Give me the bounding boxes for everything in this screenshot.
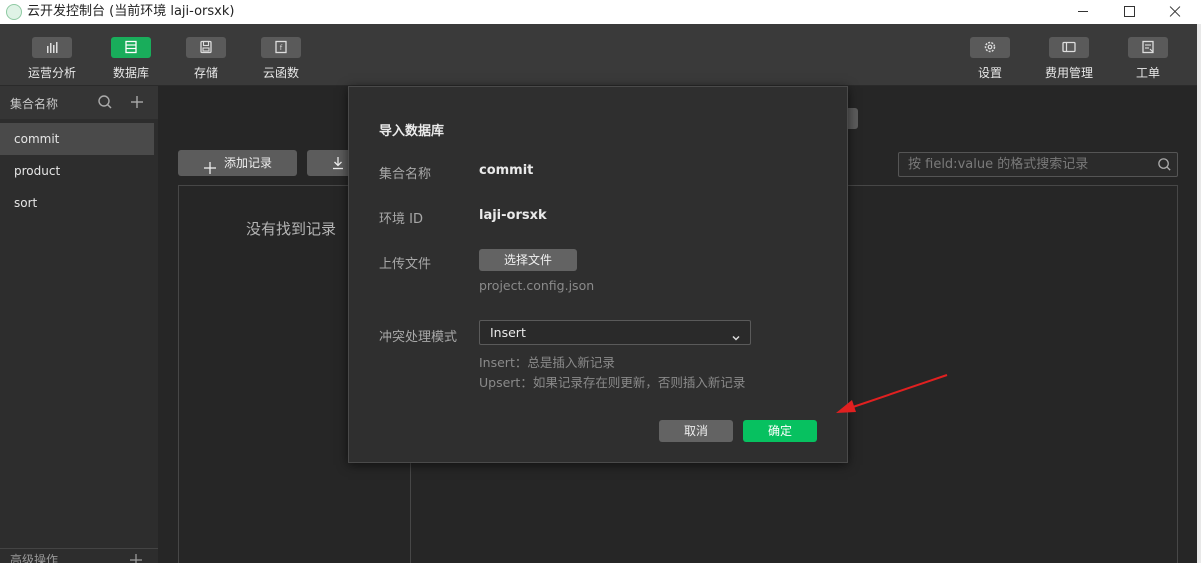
cloud-function-icon: f <box>261 37 301 58</box>
toolbar-database-label: 数据库 <box>112 66 149 80</box>
search-icon[interactable] <box>1157 157 1172 172</box>
conflict-mode-value: Insert <box>490 325 526 340</box>
import-database-dialog: 导入数据库 集合名称 commit 环境 ID laji-orsxk 上传文件 … <box>348 86 848 463</box>
toolbar-settings-label: 设置 <box>977 66 1002 80</box>
empty-records-text: 没有找到记录 <box>246 220 337 238</box>
bar-chart-icon <box>32 37 72 58</box>
main-toolbar: 运营分析 数据库 存储 f 云函数 设置 费用管理 工单 <box>0 24 1197 86</box>
toolbar-billing-label: 费用管理 <box>1044 66 1093 80</box>
conflict-mode-label: 冲突处理模式 <box>379 330 458 345</box>
add-collection-icon[interactable] <box>129 94 145 110</box>
toolbar-analytics[interactable]: 运营分析 <box>17 24 87 86</box>
advanced-ops-label: 高级操作 <box>10 553 59 563</box>
window-title: 云开发控制台 (当前环境 laji-orsxk) <box>27 4 235 19</box>
sidebar-header-label: 集合名称 <box>10 97 59 111</box>
collection-sidebar: 集合名称 commit product sort 高级操作 <box>0 86 158 563</box>
toolbar-database[interactable]: 数据库 <box>96 24 166 86</box>
upsert-hint: Upsert：如果记录存在则更新，否则插入新记录 <box>479 375 746 390</box>
cancel-button[interactable]: 取消 <box>659 420 733 442</box>
env-id-value: laji-orsxk <box>479 208 547 223</box>
search-icon[interactable] <box>97 94 113 110</box>
gear-icon <box>970 37 1010 58</box>
toolbar-cloud-functions[interactable]: f 云函数 <box>246 24 316 86</box>
billing-icon <box>1049 37 1089 58</box>
toolbar-cloud-functions-label: 云函数 <box>262 66 299 80</box>
dialog-title: 导入数据库 <box>379 124 445 139</box>
sidebar-item-sort[interactable]: sort <box>0 187 154 219</box>
close-window-button[interactable] <box>1152 0 1198 24</box>
annotation-arrow-icon <box>836 374 948 413</box>
confirm-button[interactable]: 确定 <box>743 420 817 442</box>
app-logo-icon <box>6 4 22 20</box>
storage-icon <box>186 37 226 58</box>
conflict-mode-select[interactable]: Insert <box>479 320 751 345</box>
insert-hint: Insert：总是插入新记录 <box>479 355 615 370</box>
toolbar-analytics-label: 运营分析 <box>27 66 76 80</box>
record-search-input[interactable] <box>899 153 1151 176</box>
toolbar-settings[interactable]: 设置 <box>955 24 1025 86</box>
add-record-button[interactable]: 添加记录 <box>178 150 297 176</box>
ticket-icon <box>1128 37 1168 58</box>
collection-name-label: 集合名称 <box>379 167 432 182</box>
sidebar-item-product[interactable]: product <box>0 155 154 187</box>
toolbar-ticket-label: 工单 <box>1135 66 1160 80</box>
chevron-down-icon <box>731 328 741 341</box>
toolbar-storage-label: 存储 <box>193 66 218 80</box>
choose-file-button[interactable]: 选择文件 <box>479 249 577 271</box>
toolbar-billing[interactable]: 费用管理 <box>1034 24 1104 86</box>
selected-file-name: project.config.json <box>479 278 595 293</box>
sidebar-footer: 高级操作 <box>0 548 158 563</box>
sidebar-header: 集合名称 <box>0 86 158 119</box>
add-record-label: 添加记录 <box>224 156 273 170</box>
add-advanced-op-icon[interactable] <box>130 551 142 563</box>
toolbar-storage[interactable]: 存储 <box>171 24 241 86</box>
maximize-button[interactable] <box>1106 0 1152 24</box>
sidebar-item-commit[interactable]: commit <box>0 123 154 155</box>
env-id-label: 环境 ID <box>379 212 423 227</box>
plus-icon <box>204 157 216 174</box>
download-icon <box>333 157 343 170</box>
collection-name-value: commit <box>479 163 534 178</box>
toolbar-ticket[interactable]: 工单 <box>1113 24 1183 86</box>
window-scrollbar[interactable] <box>1197 24 1201 563</box>
minimize-button[interactable] <box>1060 0 1106 24</box>
svg-text:f: f <box>280 44 283 52</box>
window-titlebar: 云开发控制台 (当前环境 laji-orsxk) <box>0 0 1201 24</box>
record-search <box>898 152 1178 177</box>
upload-file-label: 上传文件 <box>379 257 432 272</box>
database-icon <box>111 37 151 58</box>
